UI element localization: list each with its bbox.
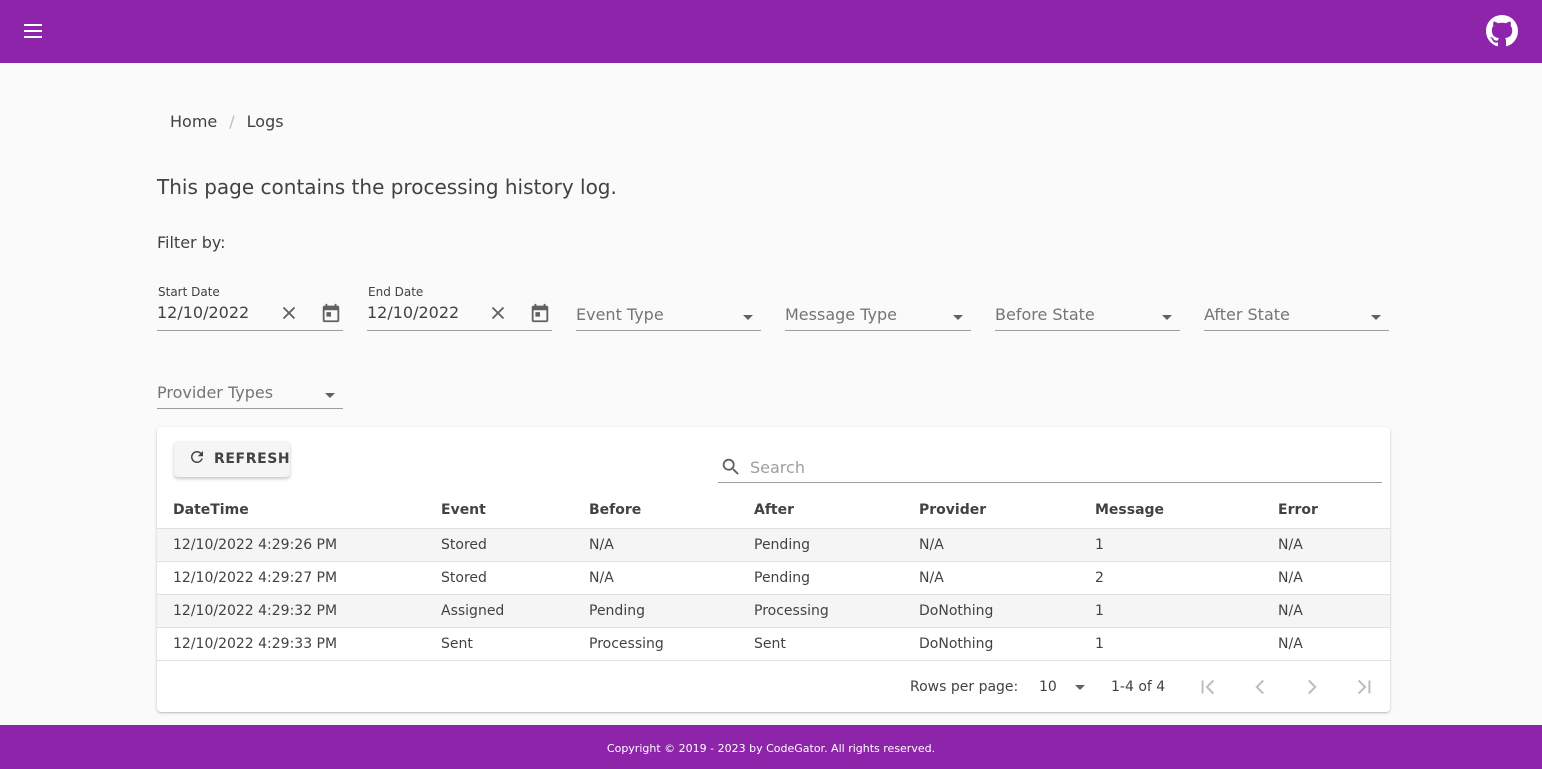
search-field[interactable] xyxy=(718,451,1382,483)
filter-label: Filter by: xyxy=(157,233,226,252)
table-cell: N/A xyxy=(1262,627,1390,661)
table-cell: N/A xyxy=(903,528,1079,562)
calendar-icon[interactable] xyxy=(529,302,551,324)
table-cell: Stored xyxy=(425,561,573,595)
breadcrumb-separator: / xyxy=(229,112,235,131)
after-state-select[interactable]: After State xyxy=(1204,285,1389,331)
logs-table: DateTime Event Before After Provider Mes… xyxy=(157,493,1390,661)
event-type-placeholder: Event Type xyxy=(576,305,664,324)
page-intro: This page contains the processing histor… xyxy=(157,175,617,199)
copyright-text: Copyright © 2019 - 2023 by CodeGator. Al… xyxy=(606,742,936,755)
logs-table-card: REFRESH DateTime Event Before After Prov… xyxy=(157,427,1390,712)
provider-types-select[interactable]: Provider Types xyxy=(157,363,343,409)
rows-per-page-value: 10 xyxy=(1039,679,1057,695)
table-cell: 1 xyxy=(1079,627,1262,661)
table-cell: Assigned xyxy=(425,594,573,628)
dropdown-arrow-icon xyxy=(1075,685,1085,690)
table-cell: 12/10/2022 4:29:27 PM xyxy=(157,561,425,595)
start-date-value[interactable]: 12/10/2022 xyxy=(157,303,249,322)
table-cell: Pending xyxy=(738,528,903,562)
refresh-button[interactable]: REFRESH xyxy=(174,441,290,477)
dropdown-arrow-icon xyxy=(1162,315,1172,320)
table-cell: 1 xyxy=(1079,528,1262,562)
hamburger-menu-icon[interactable] xyxy=(18,17,48,45)
next-page-icon[interactable] xyxy=(1299,674,1325,700)
end-date-value[interactable]: 12/10/2022 xyxy=(367,303,459,322)
before-state-select[interactable]: Before State xyxy=(995,285,1180,331)
table-cell: 2 xyxy=(1079,561,1262,595)
breadcrumb-current: Logs xyxy=(246,112,284,131)
dropdown-arrow-icon xyxy=(743,315,753,320)
table-cell: DoNothing xyxy=(903,594,1079,628)
start-date-field[interactable]: Start Date 12/10/2022 xyxy=(157,285,343,331)
table-cell: N/A xyxy=(1262,594,1390,628)
table-cell: Pending xyxy=(738,561,903,595)
calendar-icon[interactable] xyxy=(320,302,342,324)
refresh-label: REFRESH xyxy=(214,451,291,467)
table-row[interactable]: 12/10/2022 4:29:27 PM Stored N/A Pending… xyxy=(157,561,1390,595)
column-header: DateTime xyxy=(157,493,425,529)
table-cell: Stored xyxy=(425,528,573,562)
table-cell: Pending xyxy=(573,594,738,628)
after-state-placeholder: After State xyxy=(1204,305,1290,324)
breadcrumb-home[interactable]: Home xyxy=(170,112,217,131)
message-type-select[interactable]: Message Type xyxy=(785,285,971,331)
column-header: Event xyxy=(425,493,573,529)
last-page-icon[interactable] xyxy=(1351,674,1377,700)
clear-icon[interactable] xyxy=(278,302,300,324)
table-cell: Sent xyxy=(425,627,573,661)
before-state-placeholder: Before State xyxy=(995,305,1095,324)
provider-types-placeholder: Provider Types xyxy=(157,383,274,402)
app-bar xyxy=(0,0,1542,63)
page-range: 1-4 of 4 xyxy=(1111,679,1166,695)
column-header: Error xyxy=(1262,493,1390,529)
table-row[interactable]: 12/10/2022 4:29:33 PM Sent Processing Se… xyxy=(157,627,1390,661)
table-pager: Rows per page: 10 1-4 of 4 xyxy=(157,670,1390,704)
footer: Copyright © 2019 - 2023 by CodeGator. Al… xyxy=(0,725,1542,769)
table-row[interactable]: 12/10/2022 4:29:32 PM Assigned Pending P… xyxy=(157,594,1390,628)
table-cell: 12/10/2022 4:29:26 PM xyxy=(157,528,425,562)
search-input[interactable] xyxy=(750,455,1350,479)
table-cell: N/A xyxy=(1262,561,1390,595)
table-header-row: DateTime Event Before After Provider Mes… xyxy=(157,493,1390,529)
github-icon[interactable] xyxy=(1486,15,1518,47)
table-cell: Processing xyxy=(573,627,738,661)
end-date-label: End Date xyxy=(368,285,424,299)
table-cell: Sent xyxy=(738,627,903,661)
refresh-icon xyxy=(188,448,206,470)
previous-page-icon[interactable] xyxy=(1247,674,1273,700)
table-cell: N/A xyxy=(1262,528,1390,562)
table-cell: 1 xyxy=(1079,594,1262,628)
event-type-select[interactable]: Event Type xyxy=(576,285,761,331)
dropdown-arrow-icon xyxy=(953,315,963,320)
table-cell: N/A xyxy=(903,561,1079,595)
message-type-placeholder: Message Type xyxy=(785,305,897,324)
table-cell: N/A xyxy=(573,561,738,595)
first-page-icon[interactable] xyxy=(1195,674,1221,700)
table-cell: Processing xyxy=(738,594,903,628)
dropdown-arrow-icon xyxy=(1371,315,1381,320)
table-cell: DoNothing xyxy=(903,627,1079,661)
breadcrumb: Home / Logs xyxy=(170,112,284,131)
clear-icon[interactable] xyxy=(487,302,509,324)
search-icon xyxy=(720,456,742,478)
rows-per-page-label: Rows per page: xyxy=(910,679,1019,695)
end-date-field[interactable]: End Date 12/10/2022 xyxy=(367,285,552,331)
column-header: After xyxy=(738,493,903,529)
table-row[interactable]: 12/10/2022 4:29:26 PM Stored N/A Pending… xyxy=(157,528,1390,562)
table-cell: 12/10/2022 4:29:33 PM xyxy=(157,627,425,661)
column-header: Before xyxy=(573,493,738,529)
start-date-label: Start Date xyxy=(158,285,220,299)
dropdown-arrow-icon xyxy=(325,393,335,398)
table-cell: N/A xyxy=(573,528,738,562)
column-header: Message xyxy=(1079,493,1262,529)
rows-per-page-select[interactable]: 10 xyxy=(1039,679,1089,695)
column-header: Provider xyxy=(903,493,1079,529)
table-cell: 12/10/2022 4:29:32 PM xyxy=(157,594,425,628)
